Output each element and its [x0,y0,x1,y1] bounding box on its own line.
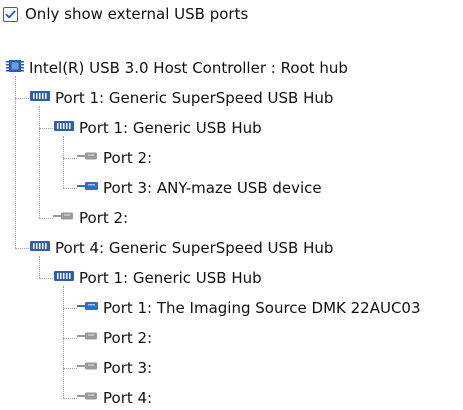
usb-hub-icon [53,268,75,288]
tree-connector-line [63,308,77,309]
tree-node[interactable]: Port 4: [77,387,152,409]
tree-node-label: Port 3: ANY-maze USB device [103,179,322,197]
tree-connector-line [39,256,40,278]
tree-node[interactable]: Port 3: ANY-maze USB device [77,177,322,199]
usb-hub-icon [29,238,51,258]
tree-connector-line [39,218,53,219]
tree-node-label: Port 2: [79,209,129,227]
tree-node-label: Port 1: The Imaging Source DMK 22AUC03 [103,299,421,317]
external-usb-filter-checkbox-row[interactable]: Only show external USB ports [3,3,248,25]
usb-device-connected-icon [77,298,99,318]
usb-device-connected-icon [77,178,99,198]
tree-node-label: Intel(R) USB 3.0 Host Controller : Root … [29,59,348,77]
tree-connector-line [15,98,29,99]
tree-connector-line [15,76,16,248]
external-usb-filter-checkbox[interactable] [3,6,18,22]
usb-port-viewer: Only show external USB ports Intel(R) US… [0,0,463,410]
tree-connector-line [39,128,53,129]
tree-connector-line [15,248,29,249]
tree-connector-line [63,398,77,399]
usb-hub-icon [29,88,51,108]
tree-node[interactable]: Port 2: [77,147,152,169]
usb-port-empty-icon [77,148,99,168]
tree-node-label: Port 2: [103,149,153,167]
usb-port-empty-icon [53,208,75,228]
tree-node[interactable]: Port 3: [77,357,152,379]
tree-connector-line [63,286,64,398]
tree-node[interactable]: Port 4: Generic SuperSpeed USB Hub [29,237,333,259]
tree-node[interactable]: Port 1: Generic SuperSpeed USB Hub [29,87,333,109]
usb-hub-icon [53,118,75,138]
tree-node[interactable]: Port 1: The Imaging Source DMK 22AUC03 [77,297,421,319]
tree-node-label: Port 4: Generic SuperSpeed USB Hub [55,239,334,257]
tree-node[interactable]: Port 2: [53,207,128,229]
tree-node-label: Port 4: [103,389,153,407]
usb-port-empty-icon [77,388,99,408]
tree-node-label: Port 2: [103,329,153,347]
tree-connector-line [63,338,77,339]
tree-node-label: Port 3: [103,359,153,377]
checkmark-icon [5,10,16,18]
tree-node[interactable]: Port 1: Generic USB Hub [53,267,262,289]
external-usb-filter-label: Only show external USB ports [25,5,249,23]
tree-connector-line [39,278,53,279]
tree-connector-line [63,136,64,188]
tree-connector-line [39,106,40,218]
tree-connector-line [63,368,77,369]
tree-node-label: Port 1: Generic SuperSpeed USB Hub [55,89,334,107]
usb-port-empty-icon [77,358,99,378]
tree-node[interactable]: Port 1: Generic USB Hub [53,117,262,139]
tree-node[interactable]: Port 2: [77,327,152,349]
tree-connector-line [63,188,77,189]
usb-port-empty-icon [77,328,99,348]
tree-node[interactable]: Intel(R) USB 3.0 Host Controller : Root … [5,57,348,79]
tree-connector-line [63,158,77,159]
tree-node-label: Port 1: Generic USB Hub [79,269,262,287]
tree-node-label: Port 1: Generic USB Hub [79,119,262,137]
